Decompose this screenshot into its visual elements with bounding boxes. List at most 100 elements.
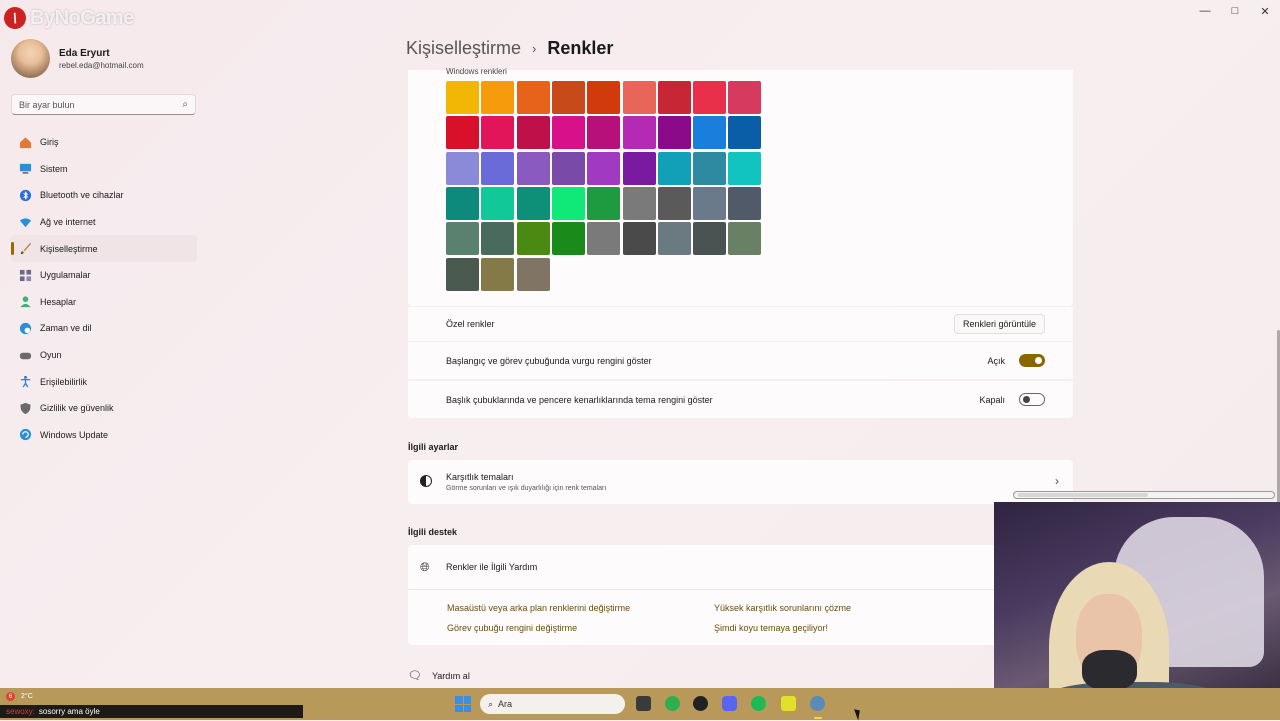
sidebar-item-network[interactable]: Ağ ve internet xyxy=(11,209,197,236)
contrast-themes-link[interactable]: Karşıtlık temaları Görme sorunları ve ış… xyxy=(408,460,1073,504)
color-swatch[interactable] xyxy=(693,151,727,185)
color-swatch[interactable] xyxy=(587,222,621,256)
taskbar-search-input[interactable] xyxy=(498,699,579,709)
maximize-button[interactable]: □ xyxy=(1220,0,1250,22)
color-swatch[interactable] xyxy=(446,257,479,291)
color-swatch[interactable] xyxy=(481,186,515,220)
color-swatch[interactable] xyxy=(446,222,479,256)
color-swatch[interactable] xyxy=(693,116,727,150)
sidebar-item-accessibility[interactable]: Erişilebilirlik xyxy=(11,368,197,395)
view-colors-button[interactable]: Renkleri görüntüle xyxy=(953,314,1045,334)
sidebar-item-privacy[interactable]: Gizlilik ve güvenlik xyxy=(11,395,197,422)
minimize-button[interactable]: — xyxy=(1190,0,1220,22)
search-icon[interactable]: ⌕ xyxy=(182,99,188,110)
sidebar-item-time-language[interactable]: Zaman ve dil xyxy=(11,315,197,342)
related-settings-heading: İlgili ayarlar xyxy=(408,442,459,452)
help-icon: 🗨︎ xyxy=(408,670,422,682)
color-swatch[interactable] xyxy=(622,81,656,114)
color-swatch[interactable] xyxy=(587,151,621,185)
color-swatch[interactable] xyxy=(516,257,550,291)
support-link[interactable]: Masaüstü veya arka plan renklerini değiş… xyxy=(447,603,630,613)
color-swatch[interactable] xyxy=(693,186,727,220)
color-swatch[interactable] xyxy=(693,81,727,114)
color-swatch[interactable] xyxy=(446,81,479,114)
color-swatch[interactable] xyxy=(446,116,479,150)
color-swatch[interactable] xyxy=(693,222,727,256)
color-swatch[interactable] xyxy=(446,186,479,220)
sidebar-item-bluetooth[interactable]: Bluetooth ve cihazlar xyxy=(11,182,197,209)
color-swatch[interactable] xyxy=(587,116,621,150)
task-view-icon[interactable] xyxy=(636,696,651,711)
color-swatch[interactable] xyxy=(622,151,656,185)
support-link[interactable]: Yüksek karşıtlık sorunlarını çözme xyxy=(714,603,851,613)
sidebar-item-accounts[interactable]: Hesaplar xyxy=(11,289,197,316)
color-swatch[interactable] xyxy=(481,81,515,114)
settings-app-icon[interactable] xyxy=(810,696,825,711)
color-swatch[interactable] xyxy=(728,116,762,150)
color-swatch[interactable] xyxy=(551,186,585,220)
breadcrumb-parent[interactable]: Kişiselleştirme xyxy=(406,38,521,59)
color-swatch[interactable] xyxy=(481,116,515,150)
sidebar-item-label: Kişiselleştirme xyxy=(40,243,98,254)
active-app-indicator xyxy=(814,717,822,719)
color-swatch[interactable] xyxy=(551,116,585,150)
support-link[interactable]: Görev çubuğu rengini değiştirme xyxy=(447,623,577,633)
color-swatch[interactable] xyxy=(657,186,691,220)
sidebar-item-apps[interactable]: Uygulamalar xyxy=(11,262,197,289)
chrome-icon[interactable] xyxy=(665,696,680,711)
color-swatch[interactable] xyxy=(728,151,762,185)
color-swatch[interactable] xyxy=(587,81,621,114)
support-link[interactable]: Şimdi koyu temaya geçiliyor! xyxy=(714,623,828,633)
live-app-icon[interactable] xyxy=(781,696,796,711)
color-swatch[interactable] xyxy=(516,116,550,150)
sidebar-item-personalization[interactable]: Kişiselleştirme xyxy=(11,235,197,262)
color-swatch[interactable] xyxy=(516,222,550,256)
discord-icon[interactable] xyxy=(722,696,737,711)
color-swatch[interactable] xyxy=(728,81,762,114)
color-swatch[interactable] xyxy=(728,186,762,220)
support-expander[interactable]: 🌐︎ Renkler ile İlgili Yardım xyxy=(408,545,998,590)
sidebar-item-windows-update[interactable]: Windows Update xyxy=(11,422,197,449)
color-swatch[interactable] xyxy=(657,116,691,150)
accent-start-toggle[interactable] xyxy=(1019,354,1045,367)
color-swatch[interactable] xyxy=(481,222,515,256)
wifi-icon xyxy=(18,215,32,229)
accent-titlebar-toggle[interactable] xyxy=(1019,393,1045,406)
sidebar-item-system[interactable]: Sistem xyxy=(11,156,197,183)
sidebar-item-home[interactable]: Giriş xyxy=(11,129,197,156)
spotify-icon[interactable] xyxy=(751,696,766,711)
color-swatch[interactable] xyxy=(587,186,621,220)
color-swatch[interactable] xyxy=(516,81,550,114)
search-input[interactable] xyxy=(19,99,183,110)
color-swatch[interactable] xyxy=(551,151,585,185)
color-swatch[interactable] xyxy=(551,81,585,114)
weather-widget[interactable]: 6 2°C xyxy=(6,692,33,701)
color-swatch[interactable] xyxy=(622,116,656,150)
sidebar-item-gaming[interactable]: Oyun xyxy=(11,342,197,369)
color-swatch[interactable] xyxy=(516,151,550,185)
color-swatch[interactable] xyxy=(481,151,515,185)
color-swatch[interactable] xyxy=(516,186,550,220)
color-swatch[interactable] xyxy=(657,81,691,114)
globe-icon: 🌐︎ xyxy=(420,560,430,574)
color-swatch[interactable] xyxy=(481,257,515,291)
color-swatch[interactable] xyxy=(446,151,479,185)
color-swatch[interactable] xyxy=(657,151,691,185)
windows-colors-card: Windows renkleri xyxy=(408,67,1073,306)
update-icon xyxy=(18,428,32,442)
sidebar-item-label: Gizlilik ve güvenlik xyxy=(40,403,114,414)
user-profile[interactable]: Eda Eryurt rebel.eda@hotmail.com xyxy=(11,39,144,78)
chevron-right-icon: › xyxy=(532,41,537,56)
color-swatch[interactable] xyxy=(551,222,585,256)
windows-start-icon[interactable] xyxy=(455,696,471,712)
taskbar-search[interactable]: ⌕ xyxy=(480,694,625,714)
sidebar-item-label: Windows Update xyxy=(40,429,109,440)
color-swatch[interactable] xyxy=(657,222,691,256)
color-swatch[interactable] xyxy=(622,222,656,256)
close-button[interactable]: ✕ xyxy=(1250,0,1280,22)
color-swatch[interactable] xyxy=(728,222,762,256)
custom-colors-label: Özel renkler xyxy=(446,319,495,329)
color-swatch[interactable] xyxy=(622,186,656,220)
obs-icon[interactable] xyxy=(693,696,708,711)
get-help-link[interactable]: 🗨︎ Yardım al xyxy=(408,669,470,682)
